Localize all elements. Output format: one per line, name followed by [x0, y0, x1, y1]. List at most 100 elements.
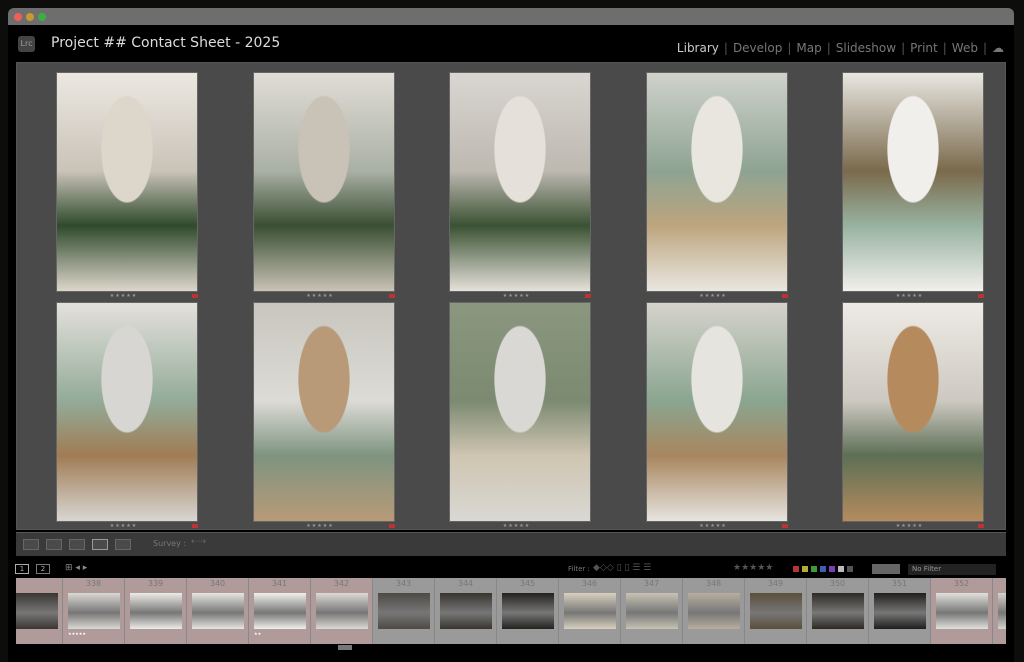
filmstrip-frame[interactable]: 352 [931, 578, 993, 644]
filmstrip-thumbnail[interactable] [130, 593, 182, 629]
filmstrip-thumbnail[interactable] [440, 593, 492, 629]
people-view-icon[interactable] [115, 539, 131, 550]
grid-cell[interactable]: ★★★★★ [25, 63, 222, 299]
filmstrip-frame[interactable]: 345 [497, 578, 559, 644]
filmstrip-thumbnail[interactable] [750, 593, 802, 629]
star-rating[interactable]: ★★★★★ [418, 523, 615, 529]
filmstrip-frame[interactable]: 344 [435, 578, 497, 644]
filmstrip-frame[interactable]: 347 [621, 578, 683, 644]
color-label-swatch[interactable] [811, 566, 817, 572]
red-label-icon [388, 524, 395, 528]
photo-thumbnail[interactable] [56, 72, 198, 292]
photo-thumbnail[interactable] [449, 72, 591, 292]
module-picker: Library | Develop | Map | Slideshow | Print | Web |… [677, 41, 1004, 55]
filmstrip-thumbnail[interactable] [688, 593, 740, 629]
filmstrip-scrollbar[interactable] [338, 645, 352, 650]
filmstrip-thumbnail[interactable] [936, 593, 988, 629]
grid-cell[interactable]: ★★★★★ [25, 293, 222, 529]
lrc-logo: Lrc [18, 36, 35, 52]
photo-thumbnail[interactable] [842, 302, 984, 522]
filmstrip-frame[interactable]: 350 [807, 578, 869, 644]
filmstrip-thumbnail[interactable] [626, 593, 678, 629]
zoom-button[interactable] [38, 13, 46, 21]
lightroom-app: Lrc Project ## Contact Sheet - 2025 Libr… [8, 25, 1014, 662]
filmstrip-frame[interactable]: 346 [559, 578, 621, 644]
survey-arrows-icon[interactable]: ⇠⇢ [191, 537, 206, 547]
module-map[interactable]: Map [796, 41, 821, 55]
color-label-swatch[interactable] [793, 566, 799, 572]
grid-cell[interactable]: ★★★★★ [222, 63, 419, 299]
filmstrip: 338 ★★★★★ 339 340 341 ★★ 342 343 344 345 346 347 348… [16, 578, 1006, 644]
filmstrip-frame[interactable]: 339 [125, 578, 187, 644]
filmstrip-thumbnail[interactable] [998, 593, 1006, 629]
frame-number: 346 [581, 579, 598, 588]
module-print[interactable]: Print [910, 41, 938, 55]
filmstrip-frame[interactable]: 349 [745, 578, 807, 644]
grid-cell[interactable]: ★★★★★ [615, 63, 812, 299]
flag-filter-icon[interactable]: ◆◇◇ ▯ ▯ ☰ ☰ [593, 563, 651, 573]
filmstrip-frame[interactable] [16, 578, 63, 644]
module-develop[interactable]: Develop [733, 41, 782, 55]
cloud-icon[interactable]: ☁ [992, 41, 1004, 55]
photo-thumbnail[interactable] [842, 72, 984, 292]
filmstrip-thumbnail[interactable] [502, 593, 554, 629]
catalog-title: Project ## Contact Sheet - 2025 [51, 35, 281, 51]
rating-filter[interactable]: ★★★★★ [733, 563, 773, 573]
page2-button[interactable]: 2 [36, 564, 50, 574]
filmstrip-frame[interactable]: 343 [373, 578, 435, 644]
filmstrip-thumbnail[interactable] [316, 593, 368, 629]
filmstrip-frame[interactable]: 340 [187, 578, 249, 644]
filmstrip-thumbnail[interactable] [68, 593, 120, 629]
filmstrip-frame[interactable]: 353 [993, 578, 1006, 644]
grid-cell[interactable]: ★★★★★ [418, 63, 615, 299]
color-label-swatch[interactable] [838, 566, 844, 572]
grid-cell[interactable]: ★★★★★ [615, 293, 812, 529]
filmstrip-frame[interactable]: 338 ★★★★★ [63, 578, 125, 644]
frame-stars: ★★★★★ [68, 631, 86, 636]
photo-thumbnail[interactable] [252, 302, 395, 522]
frame-number: 342 [333, 579, 350, 588]
module-library[interactable]: Library [677, 41, 719, 55]
grid-nav-icon[interactable]: ⊞ ◂ ▸ [65, 563, 87, 573]
filmstrip-thumbnail[interactable] [254, 593, 306, 629]
minimize-button[interactable] [26, 13, 34, 21]
kind-filter-icon[interactable] [872, 564, 900, 574]
color-label-swatch[interactable] [802, 566, 808, 572]
filmstrip-thumbnail[interactable] [16, 593, 58, 629]
photo-thumbnail[interactable] [645, 72, 788, 292]
filmstrip-frame[interactable]: 351 [869, 578, 931, 644]
frame-number: 353 [993, 579, 1006, 588]
compare-view-icon[interactable] [69, 539, 85, 550]
grid-view-icon[interactable] [23, 539, 39, 550]
color-label-swatch[interactable] [829, 566, 835, 572]
module-slideshow[interactable]: Slideshow [836, 41, 896, 55]
grid-cell[interactable]: ★★★★★ [811, 63, 1008, 299]
page1-button[interactable]: 1 [15, 564, 29, 574]
photo-thumbnail[interactable] [645, 302, 788, 522]
grid-cell[interactable]: ★★★★★ [811, 293, 1008, 529]
filter-preset-select[interactable]: No Filter [908, 564, 996, 575]
filmstrip-thumbnail[interactable] [378, 593, 430, 629]
photo-thumbnail[interactable] [56, 302, 198, 522]
module-web[interactable]: Web [952, 41, 978, 55]
photo-thumbnail[interactable] [252, 72, 395, 292]
photo-thumbnail[interactable] [449, 302, 591, 522]
grid-cell[interactable]: ★★★★★ [222, 293, 419, 529]
filmstrip-frame[interactable]: 341 ★★ [249, 578, 311, 644]
filmstrip-thumbnail[interactable] [564, 593, 616, 629]
filmstrip-thumbnail[interactable] [874, 593, 926, 629]
frame-number: 348 [705, 579, 722, 588]
filmstrip-frame[interactable]: 348 [683, 578, 745, 644]
module-separator: | [942, 41, 947, 55]
module-separator: | [901, 41, 906, 55]
filmstrip-thumbnail[interactable] [192, 593, 244, 629]
loupe-view-icon[interactable] [46, 539, 62, 550]
filmstrip-frame[interactable]: 342 [311, 578, 373, 644]
filmstrip-thumbnail[interactable] [812, 593, 864, 629]
survey-view-icon[interactable] [92, 539, 108, 550]
color-label-swatch[interactable] [847, 566, 853, 572]
color-label-swatch[interactable] [820, 566, 826, 572]
grid-cell[interactable]: ★★★★★ [418, 293, 615, 529]
close-button[interactable] [14, 13, 22, 21]
red-label-icon [192, 524, 198, 528]
